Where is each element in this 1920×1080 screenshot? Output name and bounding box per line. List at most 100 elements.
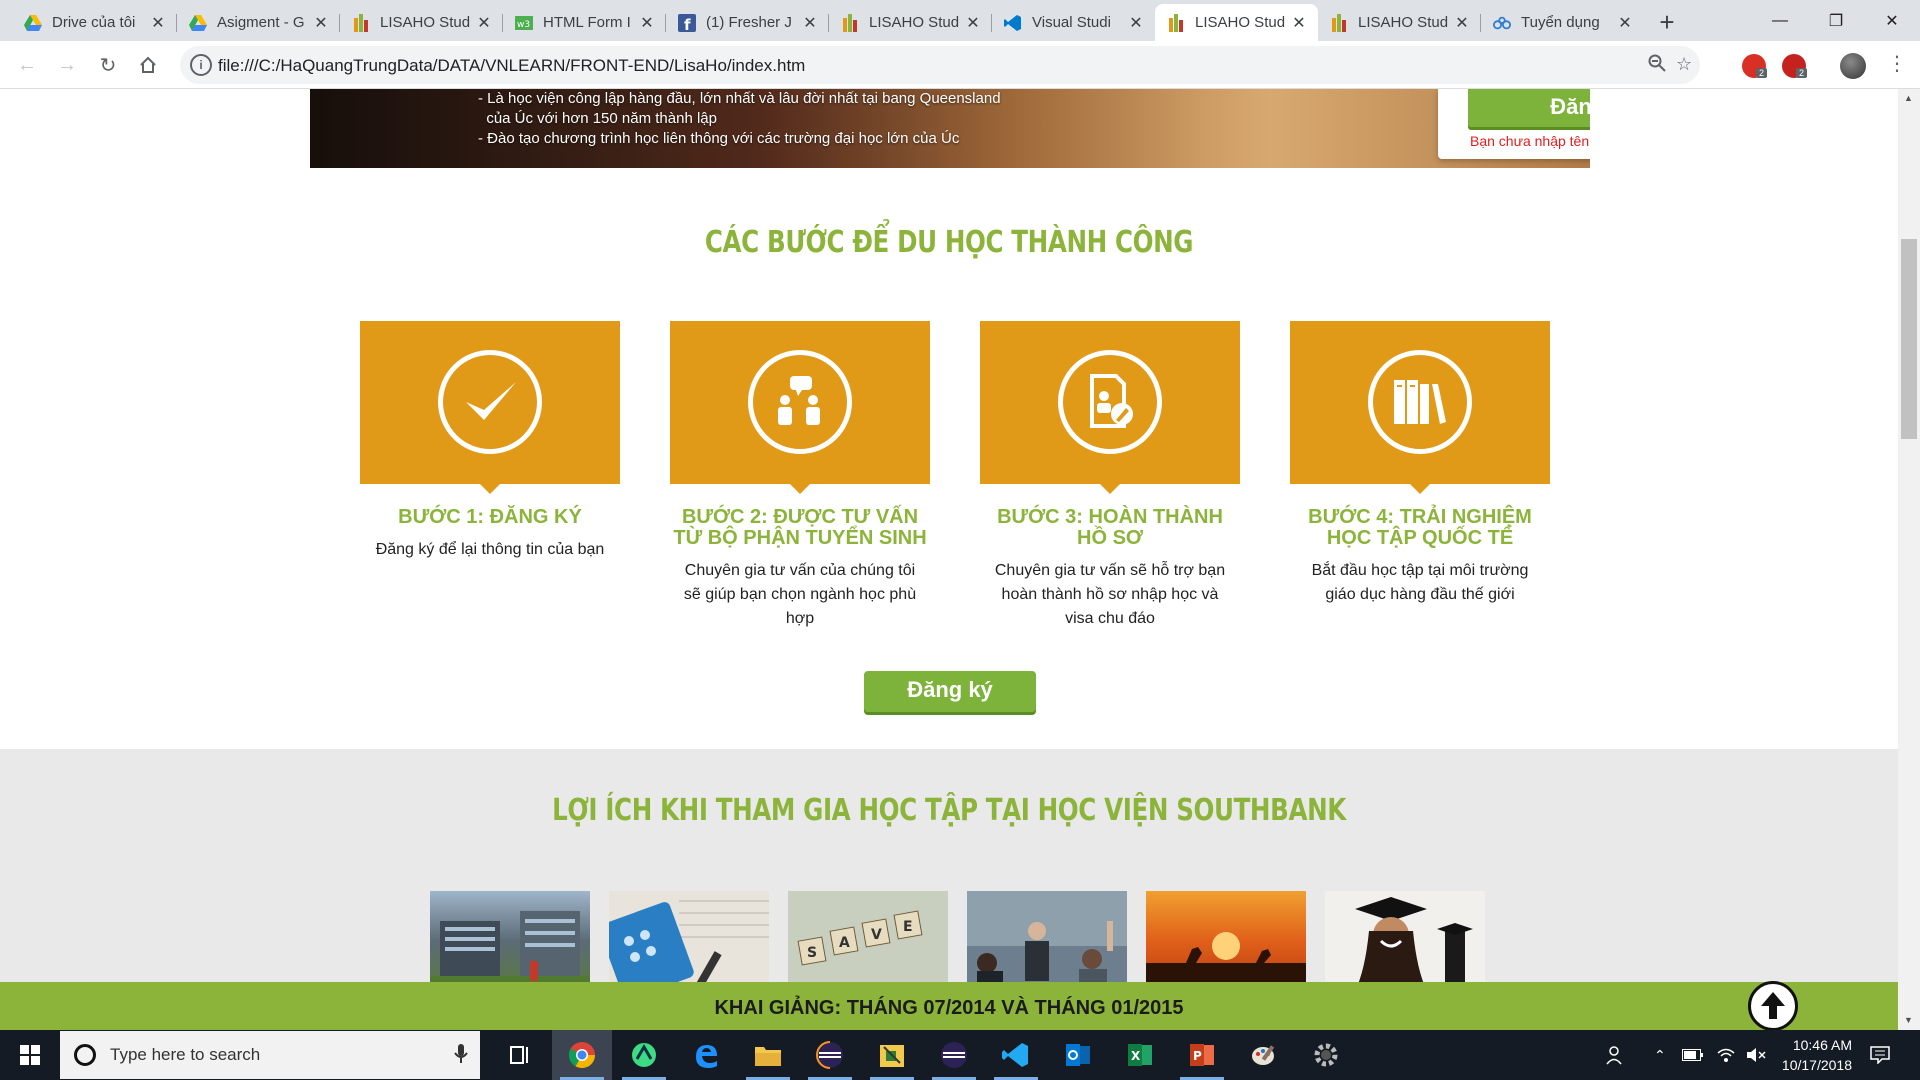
profile-avatar[interactable] bbox=[1840, 53, 1866, 79]
people-icon[interactable] bbox=[1606, 1030, 1626, 1080]
step-description: Đăng ký để lại thông tin của bạn bbox=[375, 541, 605, 558]
vscode-icon[interactable] bbox=[986, 1030, 1046, 1080]
page-scrollbar[interactable]: ▲ ▼ bbox=[1898, 89, 1920, 1030]
search-placeholder: Type here to search bbox=[110, 1045, 261, 1064]
step-title: BƯỚC 4: TRẢI NGHIỆM HỌC TẬP QUỐC TẾ bbox=[1308, 506, 1532, 549]
browser-tab[interactable]: Tuyển dụng ✕ bbox=[1481, 4, 1644, 41]
visio-icon[interactable] bbox=[862, 1030, 922, 1080]
android-studio-icon[interactable] bbox=[614, 1030, 674, 1080]
page-viewport: - Là học viện công lập hàng đầu, lớn nhấ… bbox=[0, 89, 1898, 1030]
scroll-to-top-button[interactable] bbox=[1748, 981, 1798, 1030]
vscode-icon bbox=[1004, 14, 1022, 32]
close-icon[interactable]: ✕ bbox=[1453, 13, 1471, 33]
settings-gear-icon[interactable] bbox=[1296, 1030, 1356, 1080]
step-icon-box bbox=[360, 321, 620, 494]
file-explorer-icon[interactable] bbox=[738, 1030, 798, 1080]
forward-button[interactable]: → bbox=[52, 50, 82, 80]
browser-tab[interactable]: f (1) Fresher J ✕ bbox=[666, 4, 829, 41]
show-hidden-icons-chevron-icon[interactable]: ⌃ bbox=[1654, 1030, 1666, 1080]
hero-text: - Là học viện công lập hàng đầu, lớn nhấ… bbox=[478, 89, 1001, 149]
bookmark-star-icon[interactable]: ☆ bbox=[1676, 54, 1692, 75]
close-icon[interactable]: ✕ bbox=[475, 13, 493, 33]
back-button[interactable]: ← bbox=[12, 50, 42, 80]
info-icon[interactable]: i bbox=[190, 54, 212, 76]
chrome-icon[interactable] bbox=[552, 1030, 612, 1080]
step-card: BƯỚC 1: ĐĂNG KÝ Đăng ký để lại thông tin… bbox=[360, 321, 620, 562]
save-money-image: S A V E bbox=[788, 891, 948, 991]
arrow-up-icon bbox=[1761, 992, 1785, 1019]
close-icon[interactable]: ✕ bbox=[312, 13, 330, 33]
battery-icon[interactable] bbox=[1682, 1030, 1704, 1080]
classroom-lecture-image bbox=[967, 891, 1127, 991]
facebook-icon: f bbox=[678, 13, 696, 32]
step-description: Chuyên gia tư vấn của chúng tôi sẽ giúp … bbox=[683, 562, 917, 627]
lisaho-icon bbox=[841, 13, 859, 32]
action-center-icon[interactable] bbox=[1870, 1030, 1890, 1080]
eclipse-icon[interactable] bbox=[924, 1030, 984, 1080]
browser-tab[interactable]: w3 HTML Form I ✕ bbox=[503, 4, 666, 41]
close-icon[interactable]: ✕ bbox=[638, 13, 656, 33]
browser-tab[interactable]: Visual Studi ✕ bbox=[992, 4, 1155, 41]
browser-tab-active[interactable]: LISAHO Stud ✕ bbox=[1155, 4, 1318, 41]
scroll-up-arrow-icon[interactable]: ▲ bbox=[1904, 93, 1913, 103]
close-icon[interactable]: ✕ bbox=[801, 13, 819, 33]
close-window-button[interactable]: ✕ bbox=[1864, 0, 1920, 41]
url-text[interactable]: file:///C:/HaQuangTrungData/DATA/VNLEARN… bbox=[218, 56, 805, 76]
step-icon-box bbox=[980, 321, 1240, 494]
taskbar-clock[interactable]: 10:46 AM 10/17/2018 bbox=[1762, 1035, 1852, 1075]
close-icon[interactable]: ✕ bbox=[964, 13, 982, 33]
tab-strip: Drive của tôi ✕ Asigment - G ✕ LISAHO St… bbox=[0, 0, 1920, 41]
register-cta-button[interactable]: Đăng ký bbox=[864, 671, 1036, 712]
eclipse-icon[interactable] bbox=[800, 1030, 860, 1080]
new-tab-button[interactable]: + bbox=[1653, 8, 1681, 36]
reload-button[interactable]: ↻ bbox=[93, 50, 123, 80]
browser-tab[interactable]: Drive của tôi ✕ bbox=[12, 4, 177, 41]
minimize-button[interactable]: — bbox=[1752, 0, 1808, 41]
zoom-icon[interactable] bbox=[1648, 54, 1666, 77]
scroll-down-arrow-icon[interactable]: ▼ bbox=[1904, 1015, 1913, 1025]
close-icon[interactable]: ✕ bbox=[1616, 13, 1634, 33]
tab-title: LISAHO Stud bbox=[1195, 14, 1286, 31]
start-button[interactable] bbox=[0, 1030, 60, 1080]
close-icon[interactable]: ✕ bbox=[149, 13, 167, 33]
restore-button[interactable]: ❐ bbox=[1808, 0, 1864, 41]
tab-title: Drive của tôi bbox=[52, 14, 136, 31]
browser-tab[interactable]: LISAHO Stud ✕ bbox=[1318, 4, 1481, 41]
topcv-icon bbox=[1493, 14, 1511, 32]
powerpoint-icon[interactable]: P bbox=[1172, 1030, 1232, 1080]
task-view-icon[interactable] bbox=[490, 1030, 550, 1080]
paint-icon[interactable] bbox=[1234, 1030, 1294, 1080]
close-icon[interactable]: ✕ bbox=[1290, 13, 1308, 33]
microphone-icon[interactable] bbox=[454, 1043, 468, 1070]
windows-taskbar: Type here to search X P ⌃ 10:46 AM 10/17… bbox=[0, 1030, 1920, 1080]
hero-line: của Úc với hơn 150 năm thành lập bbox=[478, 110, 717, 127]
course-start-text: KHAI GIẢNG: THÁNG 07/2014 VÀ THÁNG 01/20… bbox=[714, 997, 1184, 1019]
wifi-icon[interactable] bbox=[1716, 1030, 1736, 1080]
svg-text:A: A bbox=[839, 935, 850, 951]
menu-icon[interactable]: ⋮ bbox=[1887, 51, 1907, 76]
hero-line: - Đào tạo chương trình học liên thông vớ… bbox=[478, 130, 960, 147]
browser-toolbar: ← → ↻ i file:///C:/HaQuangTrungData/DATA… bbox=[0, 41, 1920, 89]
outlook-icon[interactable] bbox=[1048, 1030, 1108, 1080]
address-bar[interactable]: i file:///C:/HaQuangTrungData/DATA/VNLEA… bbox=[180, 46, 1700, 84]
register-button[interactable]: Đăng ký bbox=[1468, 89, 1590, 127]
browser-tab[interactable]: LISAHO Stud ✕ bbox=[340, 4, 503, 41]
error-message: Bạn chưa nhập tên bbox=[1470, 133, 1590, 149]
extension-badge: 2 bbox=[1756, 68, 1768, 78]
close-icon[interactable]: ✕ bbox=[1127, 13, 1145, 33]
step-title: BƯỚC 2: ĐƯỢC TƯ VẤN TỪ BỘ PHẬN TUYỂN SIN… bbox=[673, 506, 927, 549]
browser-tab[interactable]: Asigment - G ✕ bbox=[177, 4, 340, 41]
windows-logo-icon bbox=[20, 1045, 40, 1065]
home-button[interactable] bbox=[133, 50, 163, 80]
browser-tab[interactable]: LISAHO Stud ✕ bbox=[829, 4, 992, 41]
lisaho-icon bbox=[1330, 13, 1348, 32]
checkmark-icon bbox=[466, 382, 516, 420]
edge-icon[interactable] bbox=[676, 1030, 736, 1080]
excel-icon[interactable]: X bbox=[1110, 1030, 1170, 1080]
step-title: BƯỚC 3: HOÀN THÀNH HỒ SƠ bbox=[997, 506, 1223, 549]
scrollbar-thumb[interactable] bbox=[1901, 239, 1917, 439]
extension-badge: 2 bbox=[1796, 68, 1808, 78]
calculator-finance-image bbox=[609, 891, 769, 991]
taskbar-search-box[interactable]: Type here to search bbox=[60, 1031, 480, 1079]
consultation-icon bbox=[778, 376, 820, 425]
